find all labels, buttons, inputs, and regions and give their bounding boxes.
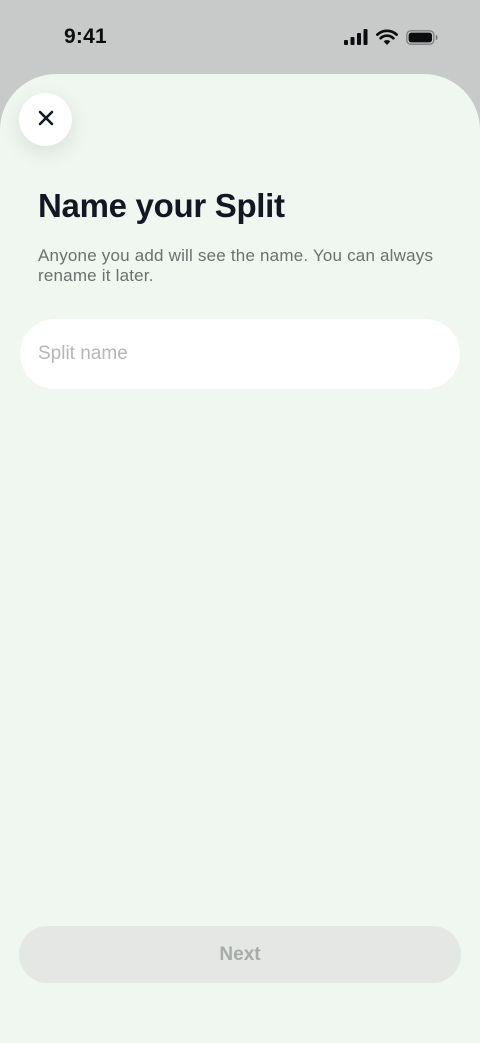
page-title: Name your Split (38, 187, 285, 224)
split-name-field (20, 319, 460, 389)
cellular-signal-icon (344, 29, 368, 50)
status-icons (344, 29, 438, 50)
battery-icon (406, 29, 438, 50)
wifi-icon (376, 29, 398, 50)
bottom-sheet: Name your Split Anyone you add will see … (0, 74, 480, 1043)
close-button[interactable] (19, 93, 72, 146)
next-button[interactable]: Next (19, 926, 461, 983)
status-bar: 9:41 (0, 0, 480, 74)
status-time: 9:41 (64, 25, 107, 48)
close-icon (38, 110, 54, 129)
page-subtitle: Anyone you add will see the name. You ca… (38, 246, 434, 285)
split-name-input[interactable] (20, 319, 460, 389)
